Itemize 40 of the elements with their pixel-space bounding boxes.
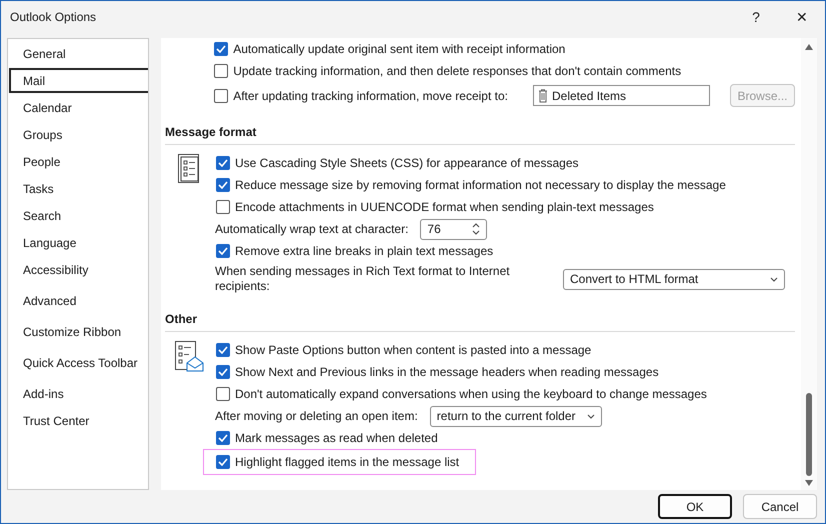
checkbox-label: Don't automatically expand conversations when using the keyboard to change messages (235, 387, 707, 401)
section-heading: Other (165, 311, 198, 328)
dropdown[interactable]: return to the current folder (430, 406, 602, 426)
checkbox-label: Automatically update original sent item with receipt information (233, 42, 566, 56)
sidebar-item[interactable]: Add-ins (9, 381, 147, 406)
dropdown[interactable]: Convert to HTML format (563, 268, 785, 290)
sidebar-item[interactable]: Tasks (9, 176, 147, 201)
sidebar-item[interactable]: Mail (9, 68, 148, 93)
checkbox-label: Remove extra line breaks in plain text messages (235, 244, 494, 258)
sidebar-item[interactable]: Quick Access Toolbar (9, 350, 147, 375)
sidebar-item[interactable]: Trust Center (9, 408, 147, 433)
sidebar-item[interactable]: Advanced (9, 288, 147, 313)
dropdown-label: When sending messages in Rich Text format to Internet recipients: (215, 263, 511, 295)
checkbox-label: Show Paste Options button when content is pasted into a message (235, 343, 592, 357)
ok-button[interactable]: OK (658, 494, 732, 519)
sidebar-item[interactable]: General (9, 41, 147, 66)
help-button[interactable]: ? (733, 2, 779, 32)
checkbox-label: Highlight flagged items in the message list (235, 455, 460, 469)
folder-field[interactable]: Deleted Items (533, 85, 710, 106)
window-title: Outlook Options (10, 10, 96, 24)
sidebar-item[interactable]: Customize Ribbon (9, 319, 147, 344)
close-button[interactable]: ✕ (779, 2, 825, 32)
sidebar-item[interactable]: Groups (9, 122, 147, 147)
dropdown-label: After moving or deleting an open item: (215, 409, 418, 423)
checkbox-label: Encode attachments in UUENCODE format when sending plain-text messages (235, 200, 654, 214)
spin-field[interactable]: 76 (420, 218, 488, 240)
checkbox-label: Use Cascading Style Sheets (CSS) for appearance of messages (235, 156, 579, 170)
wrap-label: Automatically wrap text at character: (215, 222, 408, 236)
section-heading: Message format (165, 124, 258, 141)
cancel-button[interactable]: Cancel (743, 494, 817, 519)
sidebar-item[interactable]: Search (9, 203, 147, 228)
sidebar-item[interactable]: Language (9, 230, 147, 255)
sidebar-item[interactable]: People (9, 149, 147, 174)
checkbox-label: Mark messages as read when deleted (235, 431, 438, 445)
checkbox-label: Show Next and Previous links in the message headers when reading messages (235, 365, 659, 379)
sidebar-item[interactable]: Calendar (9, 95, 147, 120)
sidebar-item[interactable]: Accessibility (9, 257, 147, 282)
checkbox-label: Update tracking information, and then delete responses that don't contain comments (233, 64, 682, 78)
checkbox-label: After updating tracking information, move receipt to: (233, 88, 508, 102)
checkbox-label: Reduce message size by removing format information not necessary to display the message (235, 178, 726, 192)
